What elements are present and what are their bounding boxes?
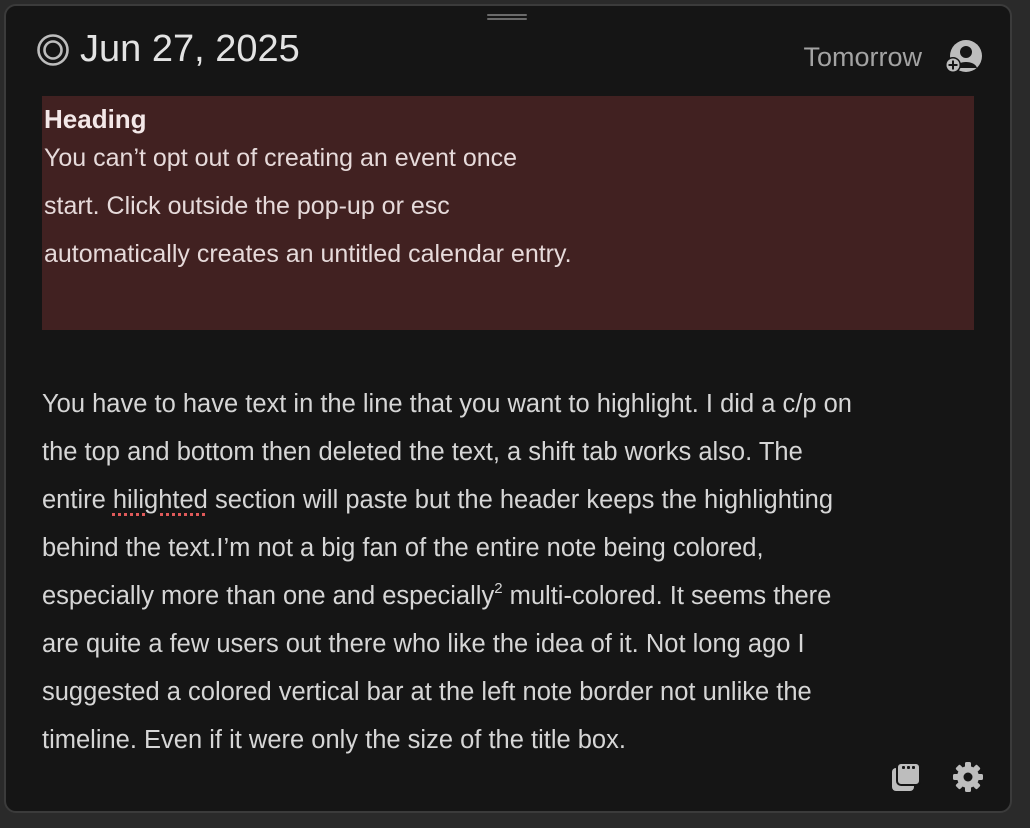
body-text-segment: especially more than one and especially — [42, 582, 495, 610]
add-contact-icon[interactable] — [944, 38, 984, 74]
misspelled-word[interactable]: hilighted — [113, 486, 208, 514]
gear-icon[interactable] — [952, 761, 984, 793]
body-line: the top and bottom then deleted the text… — [42, 438, 803, 466]
superscript: 2 — [494, 580, 503, 597]
body-text-segment: section will paste but the header keeps … — [207, 486, 834, 514]
body-line: suggested a colored vertical bar at the … — [42, 678, 812, 706]
highlighted-section[interactable]: Heading You can’t opt out of creating an… — [42, 96, 974, 330]
highlight-line: automatically creates an untitled calend… — [44, 240, 572, 268]
drag-handle[interactable] — [487, 14, 527, 21]
body-text-segment: multi-colored. It seems there — [502, 582, 832, 610]
body-line: especially more than one and especially2… — [42, 572, 972, 620]
tomorrow-link[interactable]: Tomorrow — [803, 42, 922, 73]
note-header: Jun 27, 2025 Tomorrow — [36, 28, 984, 78]
body-text-segment: entire — [42, 486, 113, 514]
date-button[interactable]: Jun 27, 2025 — [36, 28, 300, 71]
note-date: Jun 27, 2025 — [80, 28, 300, 70]
note-body[interactable]: You have to have text in the line that y… — [42, 380, 972, 764]
target-icon — [37, 33, 69, 66]
body-line: You have to have text in the line that y… — [42, 390, 852, 418]
body-line: are quite a few users out there who like… — [42, 630, 805, 658]
section-heading: Heading — [44, 104, 147, 134]
body-line: behind the text.I’m not a big fan of the… — [42, 534, 764, 562]
body-line: timeline. Even if it were only the size … — [42, 726, 626, 754]
highlight-line: You can’t opt out of creating an event o… — [44, 144, 518, 172]
body-line: entire hilighted section will paste but … — [42, 476, 972, 524]
highlight-line: start. Click outside the pop-up or esc — [44, 192, 450, 220]
note-popup: Jun 27, 2025 Tomorrow Heading You can’t … — [4, 4, 1012, 813]
copy-icon[interactable] — [890, 761, 922, 793]
footer-toolbar — [890, 761, 984, 793]
